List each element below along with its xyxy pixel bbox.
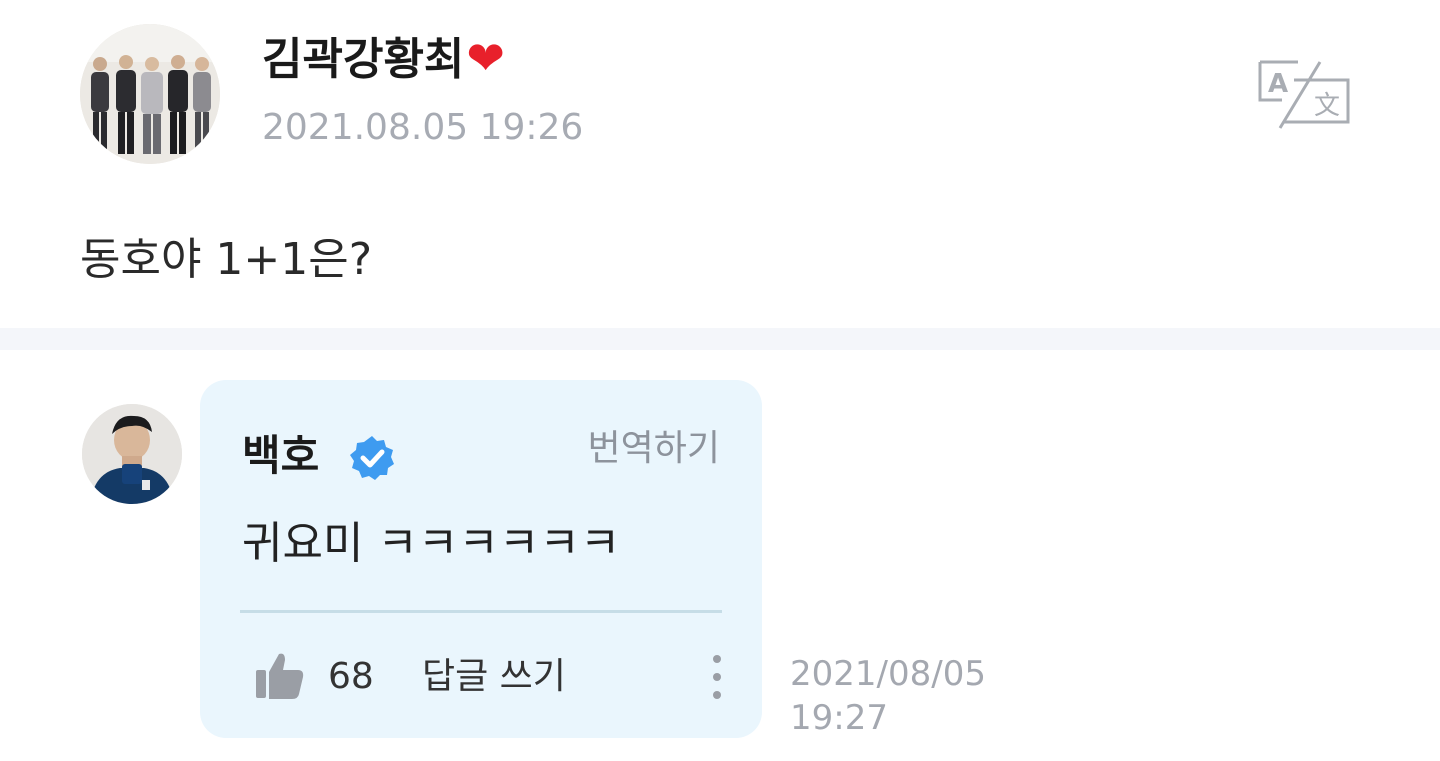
thumbs-up-icon <box>256 653 304 699</box>
post-author-label: 김곽강황최 <box>262 34 465 85</box>
commenter-avatar[interactable] <box>82 404 182 504</box>
heart-emoji: ❤ <box>466 31 505 85</box>
comment-text: 귀요미 ㅋㅋㅋㅋㅋㅋ <box>242 518 621 569</box>
svg-text:文: 文 <box>1314 91 1340 121</box>
svg-text:A: A <box>1268 69 1288 99</box>
post-header: 김곽강황최❤ 2021.08.05 19:26 A 文 <box>0 0 1440 200</box>
more-options-button[interactable] <box>706 650 728 706</box>
comment-time: 19:27 <box>790 698 888 738</box>
verified-badge-icon <box>350 436 394 480</box>
post-body: 동호야 1+1은? <box>80 234 373 285</box>
group-photo-avatar <box>80 24 220 164</box>
post-author-avatar[interactable] <box>80 24 220 164</box>
comment-timestamp: 2021/08/05 19:27 <box>790 652 1010 740</box>
translate-link[interactable]: 번역하기 <box>588 424 720 474</box>
like-button[interactable] <box>252 648 308 704</box>
comment-date: 2021/08/05 <box>790 654 986 694</box>
post-timestamp: 2021.08.05 19:26 <box>262 107 584 148</box>
like-count: 68 <box>328 656 374 697</box>
post-author-name[interactable]: 김곽강황최❤ <box>262 28 505 90</box>
section-divider <box>0 328 1440 350</box>
translate-icon: A 文 <box>1258 60 1350 129</box>
reply-button[interactable]: 답글 쓰기 <box>422 652 566 702</box>
more-vertical-icon <box>713 655 721 699</box>
comment-bubble: 백호 번역하기 귀요미 ㅋㅋㅋㅋㅋㅋ 68 답글 쓰기 <box>200 380 762 738</box>
translate-button[interactable]: A 文 <box>1254 58 1354 132</box>
commenter-name[interactable]: 백호 <box>242 428 319 484</box>
commenter-photo-avatar <box>82 404 182 504</box>
bubble-divider <box>240 610 722 613</box>
